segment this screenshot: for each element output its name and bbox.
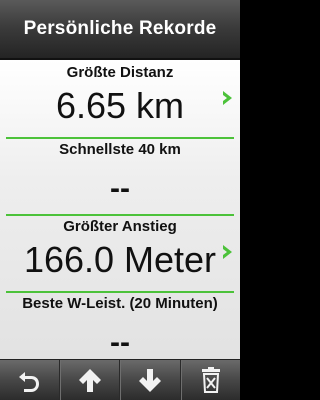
record-item-fastest-40km[interactable]: Schnellste 40 km -- xyxy=(0,137,240,214)
back-button[interactable] xyxy=(0,360,60,400)
title-bar: Persönliche Rekorde xyxy=(0,0,240,60)
trash-icon xyxy=(201,367,220,393)
chevron-right-icon xyxy=(223,245,232,259)
record-item-largest-climb[interactable]: Größter Anstieg 166.0 Meter xyxy=(0,214,240,291)
record-label: Beste W-Leist. (20 Minuten) xyxy=(22,295,218,312)
scroll-down-button[interactable] xyxy=(120,360,181,400)
record-label: Größte Distanz xyxy=(66,64,174,81)
device-screen: Persönliche Rekorde Größte Distanz 6.65 … xyxy=(0,0,240,400)
record-value: -- xyxy=(110,172,130,205)
record-label: Größter Anstieg xyxy=(63,218,177,235)
page-title: Persönliche Rekorde xyxy=(23,18,217,39)
scroll-up-button[interactable] xyxy=(59,360,120,400)
records-list: Größte Distanz 6.65 km Schnellste 40 km … xyxy=(0,60,240,360)
record-item-largest-distance[interactable]: Größte Distanz 6.65 km xyxy=(0,60,240,137)
record-item-best-20min-power[interactable]: Beste W-Leist. (20 Minuten) -- xyxy=(0,291,240,368)
arrow-down-icon xyxy=(139,369,162,392)
record-value: 166.0 Meter xyxy=(23,239,217,280)
record-label: Schnellste 40 km xyxy=(59,141,181,158)
delete-button[interactable] xyxy=(180,360,241,400)
chevron-right-icon xyxy=(223,91,232,105)
back-arrow-icon xyxy=(19,372,40,392)
record-value: 6.65 km xyxy=(55,85,185,126)
bottom-toolbar xyxy=(0,359,240,400)
arrow-up-icon xyxy=(78,369,101,392)
